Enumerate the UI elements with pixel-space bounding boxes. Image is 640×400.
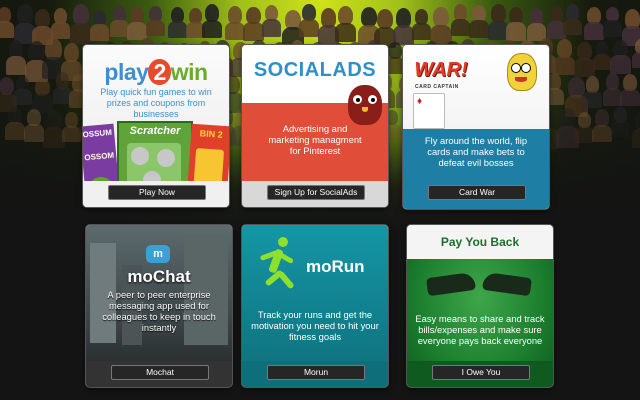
- crowd-figure-body: [109, 19, 129, 37]
- crowd-figure-body: [146, 19, 165, 36]
- card-description: Advertising and marketing managment for …: [268, 123, 362, 156]
- crowd-figure-body: [632, 52, 640, 68]
- mochat-logo: moChat: [127, 267, 191, 286]
- app-card-socialads[interactable]: SOCIALADS Advertising and marketing mana…: [242, 45, 388, 207]
- crowd-figure: [35, 8, 51, 28]
- crowd-figure-body: [554, 55, 575, 75]
- crowd-figure-body: [506, 22, 527, 41]
- i-owe-you-button[interactable]: I Owe You: [432, 365, 530, 380]
- crowd-figure-body: [261, 19, 282, 37]
- crowd-figure-body: [603, 20, 622, 37]
- crowd-figure-body: [592, 124, 613, 143]
- tile-label: Scratcher: [129, 125, 181, 137]
- crowd-figure-body: [450, 19, 471, 37]
- socialads-logo: SOCIALADS: [253, 59, 377, 81]
- app-card-payyouback[interactable]: Pay You Back Easy means to share and tra…: [407, 225, 553, 387]
- play-now-button[interactable]: Play Now: [108, 185, 206, 200]
- crowd-figure-body: [611, 120, 630, 138]
- runner-icon: [259, 237, 296, 297]
- crowd-figure-body: [24, 124, 44, 142]
- crowd-figure-body: [592, 53, 611, 70]
- tile-label: BIN 2: [199, 128, 223, 140]
- tile-label: OSSUM: [83, 127, 113, 140]
- crowd-figure-body: [574, 57, 595, 77]
- sign-up-socialads-button[interactable]: Sign Up for SocialAds: [267, 185, 365, 200]
- owl-mascot-icon: [348, 85, 382, 125]
- crowd-figure-body: [62, 125, 81, 143]
- crowd-figure-body: [5, 56, 27, 76]
- card-description: A peer to peer enterprise messaging app …: [102, 289, 216, 333]
- app-card-morun[interactable]: moRun Track your runs and get the motiva…: [242, 225, 388, 387]
- crowd-figure-body: [243, 22, 264, 41]
- crowd-figure-body: [335, 22, 356, 42]
- morun-button[interactable]: Morun: [267, 365, 365, 380]
- crowd-figure-body: [89, 23, 109, 41]
- chat-bubble-icon: m: [146, 245, 170, 263]
- crowd-figure-body: [126, 22, 147, 41]
- crowd-figure-body: [411, 23, 431, 40]
- card-description: Easy means to share and track bills/expe…: [415, 313, 545, 346]
- crowd-figure-body: [202, 19, 223, 39]
- crowd-figure-body: [0, 21, 14, 38]
- cardwar-logo: WAR!: [414, 59, 468, 81]
- card-description: Track your runs and get the motivation y…: [251, 309, 379, 342]
- crowd-figure-body: [69, 22, 93, 45]
- crowd-figure-body: [167, 21, 187, 39]
- app-card-cardwar[interactable]: WAR! CARD CAPTAIN ♦ Fly around the world…: [403, 45, 549, 209]
- playing-card-icon: ♦: [413, 93, 445, 129]
- crowd-figure-body: [385, 56, 405, 75]
- crowd-figure-body: [582, 90, 603, 109]
- card-war-button[interactable]: Card War: [428, 185, 526, 200]
- crowd-figure-body: [50, 22, 70, 39]
- card-description: Play quick fun games to win prizes and c…: [100, 87, 212, 119]
- card-description: Fly around the world, flip cards and mak…: [424, 135, 528, 168]
- crowd-figure-body: [469, 20, 489, 38]
- crowd-figure-body: [5, 122, 25, 141]
- crowd-figure-body: [13, 89, 32, 106]
- crowd-figure: [557, 39, 572, 58]
- crowd-figure-body: [224, 21, 245, 40]
- app-card-mochat[interactable]: m moChat A peer to peer enterprise messa…: [86, 225, 232, 387]
- crowd-figure: [17, 4, 34, 25]
- crowd-figure-body: [563, 18, 583, 36]
- crowd-figure-body: [631, 127, 640, 149]
- cardwar-sublogo: CARD CAPTAIN: [415, 84, 459, 90]
- payyouback-logo: Pay You Back: [440, 235, 520, 249]
- play2win-logo: play2win play2win: [104, 59, 208, 85]
- crowd-figure-body: [610, 55, 631, 74]
- crowd-figure-body: [620, 88, 640, 107]
- app-card-play2win[interactable]: play2win play2win OSSUM OSSOM Scratcher …: [83, 45, 229, 207]
- crowd-figure-body: [299, 19, 319, 37]
- captain-character-icon: [501, 53, 541, 105]
- crowd-figure-body: [584, 21, 605, 40]
- crowd-figure-body: [574, 125, 594, 143]
- tile-label: OSSOM: [84, 150, 115, 163]
- morun-logo: moRun: [306, 257, 365, 276]
- mochat-button[interactable]: Mochat: [111, 365, 209, 380]
- handshake-icon: [425, 265, 533, 305]
